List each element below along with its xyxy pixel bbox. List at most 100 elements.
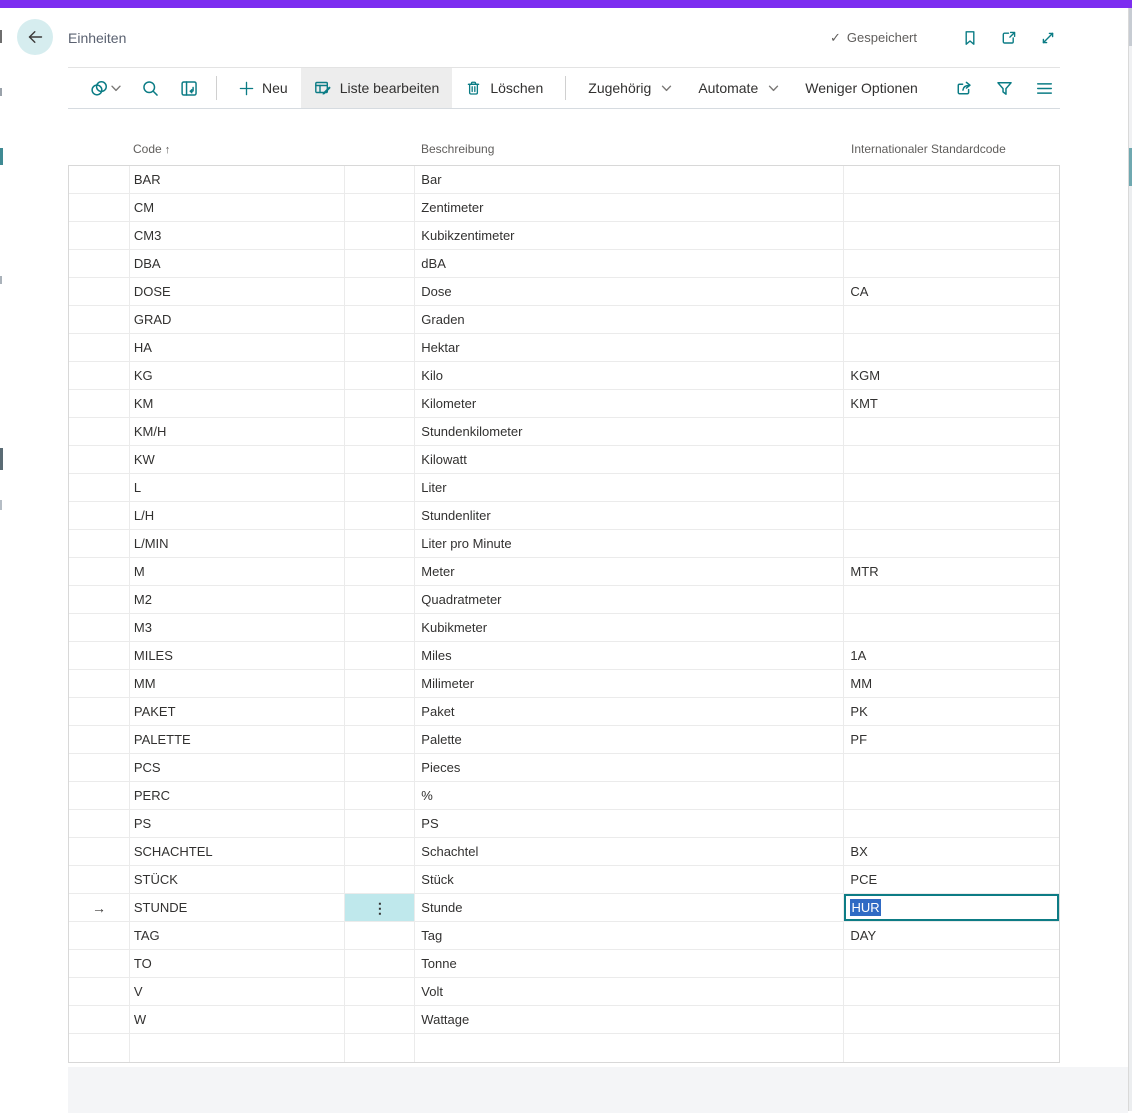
row-options-cell[interactable] xyxy=(345,278,415,305)
column-header-code[interactable]: Code↑ xyxy=(133,142,170,156)
row-selector-cell[interactable] xyxy=(69,530,130,557)
row-selector-cell[interactable]: → xyxy=(69,894,130,921)
code-cell[interactable]: L xyxy=(130,474,346,501)
description-cell[interactable]: Tonne xyxy=(415,950,844,977)
description-cell[interactable] xyxy=(415,1034,844,1062)
description-cell[interactable]: Stundenkilometer xyxy=(415,418,844,445)
row-options-cell[interactable] xyxy=(345,698,415,725)
code-cell[interactable]: L/MIN xyxy=(130,530,346,557)
row-selector-cell[interactable] xyxy=(69,502,130,529)
code-cell[interactable]: PCS xyxy=(130,754,346,781)
row-options-cell[interactable] xyxy=(345,754,415,781)
column-header-standardcode[interactable]: Internationaler Standardcode xyxy=(851,142,1006,156)
description-cell[interactable]: Kilometer xyxy=(415,390,844,417)
row-options-cell[interactable] xyxy=(345,502,415,529)
table-row[interactable]: TAG Tag DAY xyxy=(69,922,1059,950)
code-cell[interactable]: V xyxy=(130,978,346,1005)
table-row[interactable]: MILES Miles 1A xyxy=(69,642,1059,670)
code-cell[interactable]: GRAD xyxy=(130,306,346,333)
search-button[interactable] xyxy=(133,68,168,108)
code-cell[interactable]: TO xyxy=(130,950,346,977)
row-selector-cell[interactable] xyxy=(69,950,130,977)
row-options-cell[interactable] xyxy=(345,586,415,613)
active-edit-cell[interactable]: HUR xyxy=(844,894,1059,921)
stdcode-cell[interactable]: PK xyxy=(844,698,1059,725)
views-button[interactable] xyxy=(82,68,129,108)
stdcode-cell[interactable] xyxy=(844,978,1059,1005)
description-cell[interactable]: Palette xyxy=(415,726,844,753)
code-cell[interactable]: HA xyxy=(130,334,346,361)
code-cell[interactable]: KM/H xyxy=(130,418,346,445)
row-options-cell[interactable] xyxy=(345,950,415,977)
edit-list-button[interactable]: Liste bearbeiten xyxy=(301,68,453,108)
code-cell[interactable]: STUNDE xyxy=(130,894,346,921)
automate-menu-button[interactable]: Automate xyxy=(685,68,792,108)
row-options-cell[interactable] xyxy=(345,362,415,389)
table-row[interactable]: L Liter xyxy=(69,474,1059,502)
row-options-cell[interactable] xyxy=(345,250,415,277)
table-row[interactable]: KM Kilometer KMT xyxy=(69,390,1059,418)
column-header-beschreibung[interactable]: Beschreibung xyxy=(421,142,494,156)
stdcode-cell[interactable] xyxy=(844,502,1059,529)
description-cell[interactable]: % xyxy=(415,782,844,809)
description-cell[interactable]: Stück xyxy=(415,866,844,893)
description-cell[interactable]: Graden xyxy=(415,306,844,333)
fullscreen-button[interactable] xyxy=(1038,28,1058,48)
row-options-cell[interactable] xyxy=(345,530,415,557)
row-selector-cell[interactable] xyxy=(69,586,130,613)
row-options-cell[interactable] xyxy=(345,558,415,585)
row-ellipsis-icon[interactable]: ⋮ xyxy=(373,901,387,915)
share-button[interactable] xyxy=(954,78,974,98)
row-selector-cell[interactable] xyxy=(69,474,130,501)
row-options-cell[interactable] xyxy=(345,418,415,445)
table-row[interactable] xyxy=(69,1034,1059,1062)
code-cell[interactable]: KM xyxy=(130,390,346,417)
description-cell[interactable]: Paket xyxy=(415,698,844,725)
table-row[interactable]: M2 Quadratmeter xyxy=(69,586,1059,614)
stdcode-cell[interactable] xyxy=(844,446,1059,473)
row-options-cell[interactable] xyxy=(345,334,415,361)
description-cell[interactable]: dBA xyxy=(415,250,844,277)
stdcode-cell[interactable]: MM xyxy=(844,670,1059,697)
description-cell[interactable]: Tag xyxy=(415,922,844,949)
code-cell[interactable]: CM3 xyxy=(130,222,346,249)
stdcode-cell[interactable]: PF xyxy=(844,726,1059,753)
row-options-cell[interactable] xyxy=(345,866,415,893)
choose-view-button[interactable] xyxy=(1034,78,1054,98)
description-cell[interactable]: Stunde xyxy=(415,894,844,921)
stdcode-cell[interactable]: MTR xyxy=(844,558,1059,585)
code-cell[interactable]: SCHACHTEL xyxy=(130,838,346,865)
table-row[interactable]: BAR Bar xyxy=(69,166,1059,194)
stdcode-cell[interactable] xyxy=(844,418,1059,445)
stdcode-cell[interactable]: KGM xyxy=(844,362,1059,389)
table-row[interactable]: STÜCK Stück PCE xyxy=(69,866,1059,894)
stdcode-cell[interactable]: DAY xyxy=(844,922,1059,949)
stdcode-cell[interactable] xyxy=(844,334,1059,361)
row-selector-cell[interactable] xyxy=(69,614,130,641)
table-row[interactable]: PERC % xyxy=(69,782,1059,810)
stdcode-cell[interactable] xyxy=(844,530,1059,557)
row-options-cell[interactable] xyxy=(345,782,415,809)
stdcode-cell[interactable]: PCE xyxy=(844,866,1059,893)
row-selector-cell[interactable] xyxy=(69,558,130,585)
row-options-cell[interactable] xyxy=(345,446,415,473)
description-cell[interactable]: Kilo xyxy=(415,362,844,389)
stdcode-cell[interactable]: BX xyxy=(844,838,1059,865)
description-cell[interactable]: Liter xyxy=(415,474,844,501)
fewer-options-button[interactable]: Weniger Optionen xyxy=(792,68,931,108)
table-row[interactable]: KW Kilowatt xyxy=(69,446,1059,474)
table-row[interactable]: CM Zentimeter xyxy=(69,194,1059,222)
description-cell[interactable]: Kubikmeter xyxy=(415,614,844,641)
filter-button[interactable] xyxy=(994,78,1014,98)
code-cell[interactable] xyxy=(130,1034,346,1062)
code-cell[interactable]: L/H xyxy=(130,502,346,529)
code-cell[interactable]: TAG xyxy=(130,922,346,949)
stdcode-cell[interactable] xyxy=(844,1034,1059,1062)
analyze-button[interactable] xyxy=(172,68,207,108)
code-cell[interactable]: MM xyxy=(130,670,346,697)
description-cell[interactable]: Bar xyxy=(415,166,844,193)
code-cell[interactable]: KG xyxy=(130,362,346,389)
stdcode-cell[interactable]: KMT xyxy=(844,390,1059,417)
stdcode-cell[interactable] xyxy=(844,306,1059,333)
row-selector-cell[interactable] xyxy=(69,222,130,249)
